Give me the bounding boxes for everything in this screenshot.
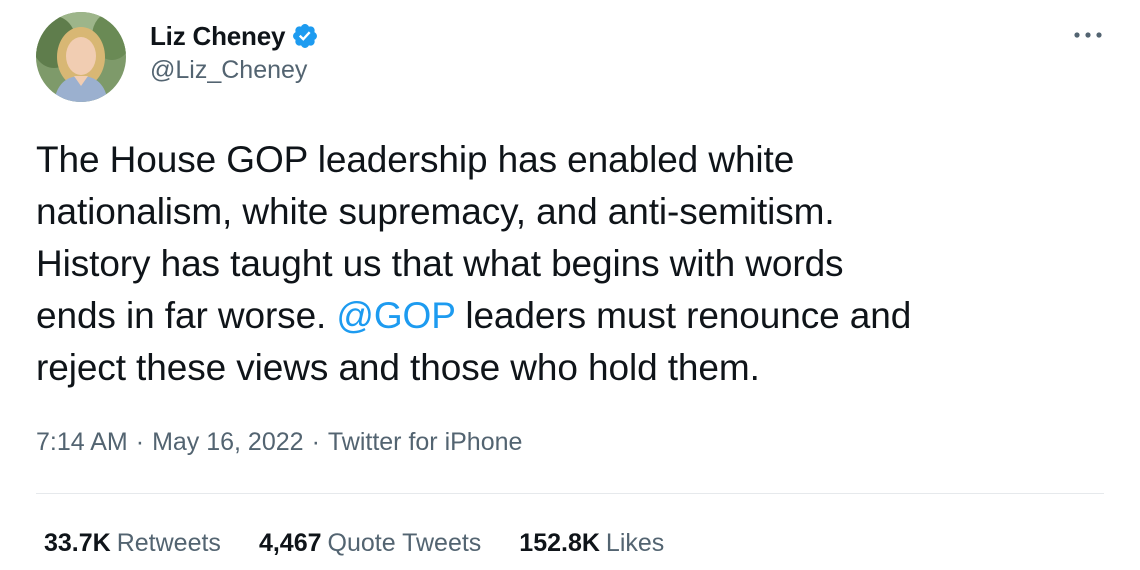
- tweet-text-segment: ends in far worse.: [36, 295, 337, 336]
- tweet-line: ends in far worse. @GOP leaders must ren…: [36, 290, 1096, 342]
- tweet-card: Liz Cheney @Liz_Cheney The House GOP lea…: [0, 0, 1140, 570]
- tweet-text-segment: leaders must renounce and: [455, 295, 912, 336]
- tweet-line: History has taught us that what begins w…: [36, 243, 844, 284]
- tweet-date[interactable]: May 16, 2022: [152, 428, 304, 456]
- avatar[interactable]: [36, 12, 126, 102]
- meta-separator: ·: [135, 428, 145, 456]
- retweets-stat[interactable]: 33.7K Retweets: [44, 529, 221, 558]
- tweet-line: reject these views and those who hold th…: [36, 347, 760, 388]
- likes-label: Likes: [605, 529, 665, 557]
- display-name[interactable]: Liz Cheney: [150, 21, 285, 52]
- more-icon[interactable]: [1068, 20, 1108, 50]
- likes-count: 152.8K: [519, 529, 600, 557]
- verified-badge-icon: [291, 22, 319, 50]
- tweet-text: The House GOP leadership has enabled whi…: [36, 134, 1096, 394]
- tweet-line: The House GOP leadership has enabled whi…: [36, 139, 795, 180]
- divider: [36, 493, 1104, 494]
- author-handle[interactable]: @Liz_Cheney: [150, 56, 307, 85]
- meta-separator: ·: [311, 428, 320, 456]
- tweet-line: nationalism, white supremacy, and anti-s…: [36, 191, 835, 232]
- tweet-source[interactable]: Twitter for iPhone: [328, 428, 523, 456]
- quote-tweets-stat[interactable]: 4,467 Quote Tweets: [259, 529, 481, 558]
- retweets-label: Retweets: [116, 529, 221, 557]
- author-name-row[interactable]: Liz Cheney: [150, 18, 319, 54]
- tweet-time[interactable]: 7:14 AM: [36, 428, 128, 456]
- quote-tweets-count: 4,467: [258, 529, 322, 557]
- tweet-stats: 33.7K Retweets 4,467 Quote Tweets 152.8K Li…: [44, 529, 702, 558]
- quote-tweets-label: Quote Tweets: [327, 529, 482, 557]
- mention-link[interactable]: @GOP: [336, 295, 455, 336]
- retweets-count: 33.7K: [44, 529, 111, 557]
- tweet-meta: 7:14 AM · May 16, 2022 · Twitter for iPhone: [36, 428, 522, 457]
- avatar-image: [36, 12, 126, 102]
- likes-stat[interactable]: 152.8K Likes: [519, 529, 664, 558]
